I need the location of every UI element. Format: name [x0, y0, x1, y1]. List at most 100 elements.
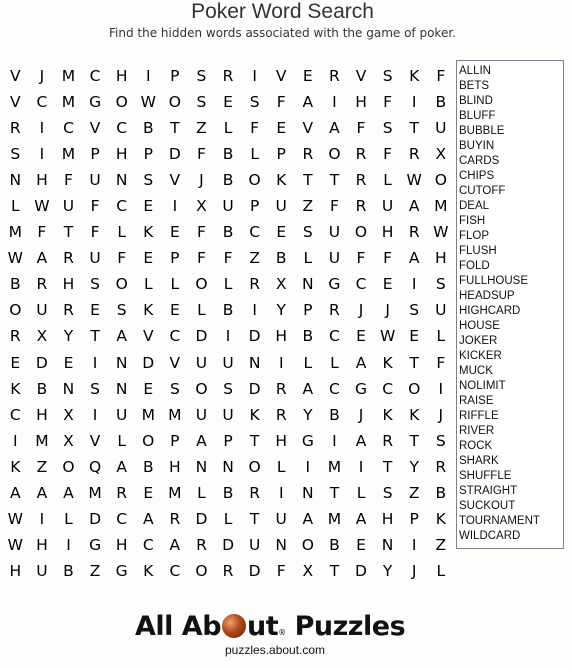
grid-cell[interactable]: B [268, 248, 295, 274]
grid-cell[interactable]: M [162, 483, 189, 509]
grid-cell[interactable]: W [2, 509, 29, 535]
grid-cell[interactable]: S [162, 379, 189, 405]
grid-cell[interactable]: R [2, 326, 29, 352]
grid-cell[interactable]: B [215, 483, 242, 509]
grid-cell[interactable]: O [428, 170, 455, 196]
grid-cell[interactable]: T [321, 561, 348, 587]
grid-cell[interactable]: T [401, 353, 428, 379]
grid-cell[interactable]: C [29, 92, 56, 118]
grid-cell[interactable]: V [82, 118, 109, 144]
grid-cell[interactable]: I [215, 326, 242, 352]
grid-cell[interactable]: S [82, 274, 109, 300]
grid-cell[interactable]: I [321, 92, 348, 118]
grid-cell[interactable]: C [55, 118, 82, 144]
grid-cell[interactable]: M [2, 222, 29, 248]
grid-cell[interactable]: C [348, 274, 375, 300]
grid-cell[interactable]: H [428, 248, 455, 274]
grid-cell[interactable]: M [29, 431, 56, 457]
grid-cell[interactable]: S [188, 66, 215, 92]
grid-cell[interactable]: S [108, 300, 135, 326]
grid-cell[interactable]: R [241, 274, 268, 300]
grid-cell[interactable]: C [108, 509, 135, 535]
grid-cell[interactable]: N [2, 170, 29, 196]
grid-cell[interactable]: R [348, 144, 375, 170]
grid-cell[interactable]: H [108, 144, 135, 170]
grid-cell[interactable]: Y [55, 326, 82, 352]
grid-cell[interactable]: L [162, 274, 189, 300]
grid-cell[interactable]: N [215, 457, 242, 483]
grid-cell[interactable]: X [188, 196, 215, 222]
grid-cell[interactable]: M [321, 509, 348, 535]
grid-cell[interactable]: P [401, 509, 428, 535]
grid-cell[interactable]: T [295, 170, 322, 196]
grid-cell[interactable]: N [374, 535, 401, 561]
grid-cell[interactable]: F [374, 92, 401, 118]
grid-cell[interactable]: B [428, 483, 455, 509]
grid-cell[interactable]: S [295, 222, 322, 248]
grid-cell[interactable]: R [2, 118, 29, 144]
grid-cell[interactable]: H [29, 405, 56, 431]
grid-cell[interactable]: F [348, 118, 375, 144]
grid-cell[interactable]: F [55, 170, 82, 196]
grid-cell[interactable]: Z [82, 561, 109, 587]
grid-cell[interactable]: U [321, 248, 348, 274]
grid-cell[interactable]: C [162, 561, 189, 587]
grid-cell[interactable]: N [108, 353, 135, 379]
grid-cell[interactable]: J [348, 405, 375, 431]
grid-cell[interactable]: G [348, 379, 375, 405]
grid-cell[interactable]: G [82, 92, 109, 118]
grid-cell[interactable]: E [135, 483, 162, 509]
grid-cell[interactable]: H [29, 170, 56, 196]
grid-cell[interactable]: K [2, 457, 29, 483]
grid-cell[interactable]: O [2, 300, 29, 326]
grid-cell[interactable]: X [29, 326, 56, 352]
grid-cell[interactable]: L [135, 274, 162, 300]
grid-cell[interactable]: E [295, 66, 322, 92]
grid-cell[interactable]: C [108, 118, 135, 144]
grid-cell[interactable]: U [268, 196, 295, 222]
grid-cell[interactable]: G [82, 535, 109, 561]
grid-cell[interactable]: C [321, 326, 348, 352]
grid-cell[interactable]: Z [428, 535, 455, 561]
grid-cell[interactable]: I [268, 483, 295, 509]
grid-cell[interactable]: O [108, 274, 135, 300]
grid-cell[interactable]: P [82, 144, 109, 170]
grid-cell[interactable]: C [321, 379, 348, 405]
grid-cell[interactable]: U [215, 196, 242, 222]
grid-cell[interactable]: C [108, 196, 135, 222]
grid-cell[interactable]: O [321, 144, 348, 170]
grid-cell[interactable]: G [108, 561, 135, 587]
grid-cell[interactable]: C [162, 326, 189, 352]
grid-cell[interactable]: O [162, 92, 189, 118]
grid-cell[interactable]: U [268, 509, 295, 535]
grid-cell[interactable]: W [374, 326, 401, 352]
grid-cell[interactable]: A [401, 248, 428, 274]
grid-cell[interactable]: Z [29, 457, 56, 483]
grid-cell[interactable]: D [348, 561, 375, 587]
grid-cell[interactable]: E [82, 300, 109, 326]
grid-cell[interactable]: R [321, 66, 348, 92]
grid-cell[interactable]: J [374, 300, 401, 326]
grid-cell[interactable]: R [215, 561, 242, 587]
grid-cell[interactable]: H [348, 92, 375, 118]
grid-cell[interactable]: N [108, 379, 135, 405]
grid-cell[interactable]: U [215, 353, 242, 379]
grid-cell[interactable]: V [348, 66, 375, 92]
grid-cell[interactable]: E [162, 300, 189, 326]
grid-cell[interactable]: K [268, 170, 295, 196]
grid-cell[interactable]: O [241, 457, 268, 483]
grid-cell[interactable]: S [401, 300, 428, 326]
grid-cell[interactable]: I [162, 196, 189, 222]
grid-cell[interactable]: A [162, 535, 189, 561]
grid-cell[interactable]: S [428, 274, 455, 300]
grid-cell[interactable]: D [82, 509, 109, 535]
grid-cell[interactable]: R [401, 144, 428, 170]
grid-cell[interactable]: M [321, 457, 348, 483]
grid-cell[interactable]: R [321, 300, 348, 326]
grid-cell[interactable]: Z [188, 118, 215, 144]
grid-cell[interactable]: B [135, 118, 162, 144]
grid-cell[interactable]: Q [82, 457, 109, 483]
site-url-link[interactable]: puzzles.about.com [225, 643, 325, 657]
grid-cell[interactable]: B [55, 561, 82, 587]
grid-cell[interactable]: A [55, 483, 82, 509]
